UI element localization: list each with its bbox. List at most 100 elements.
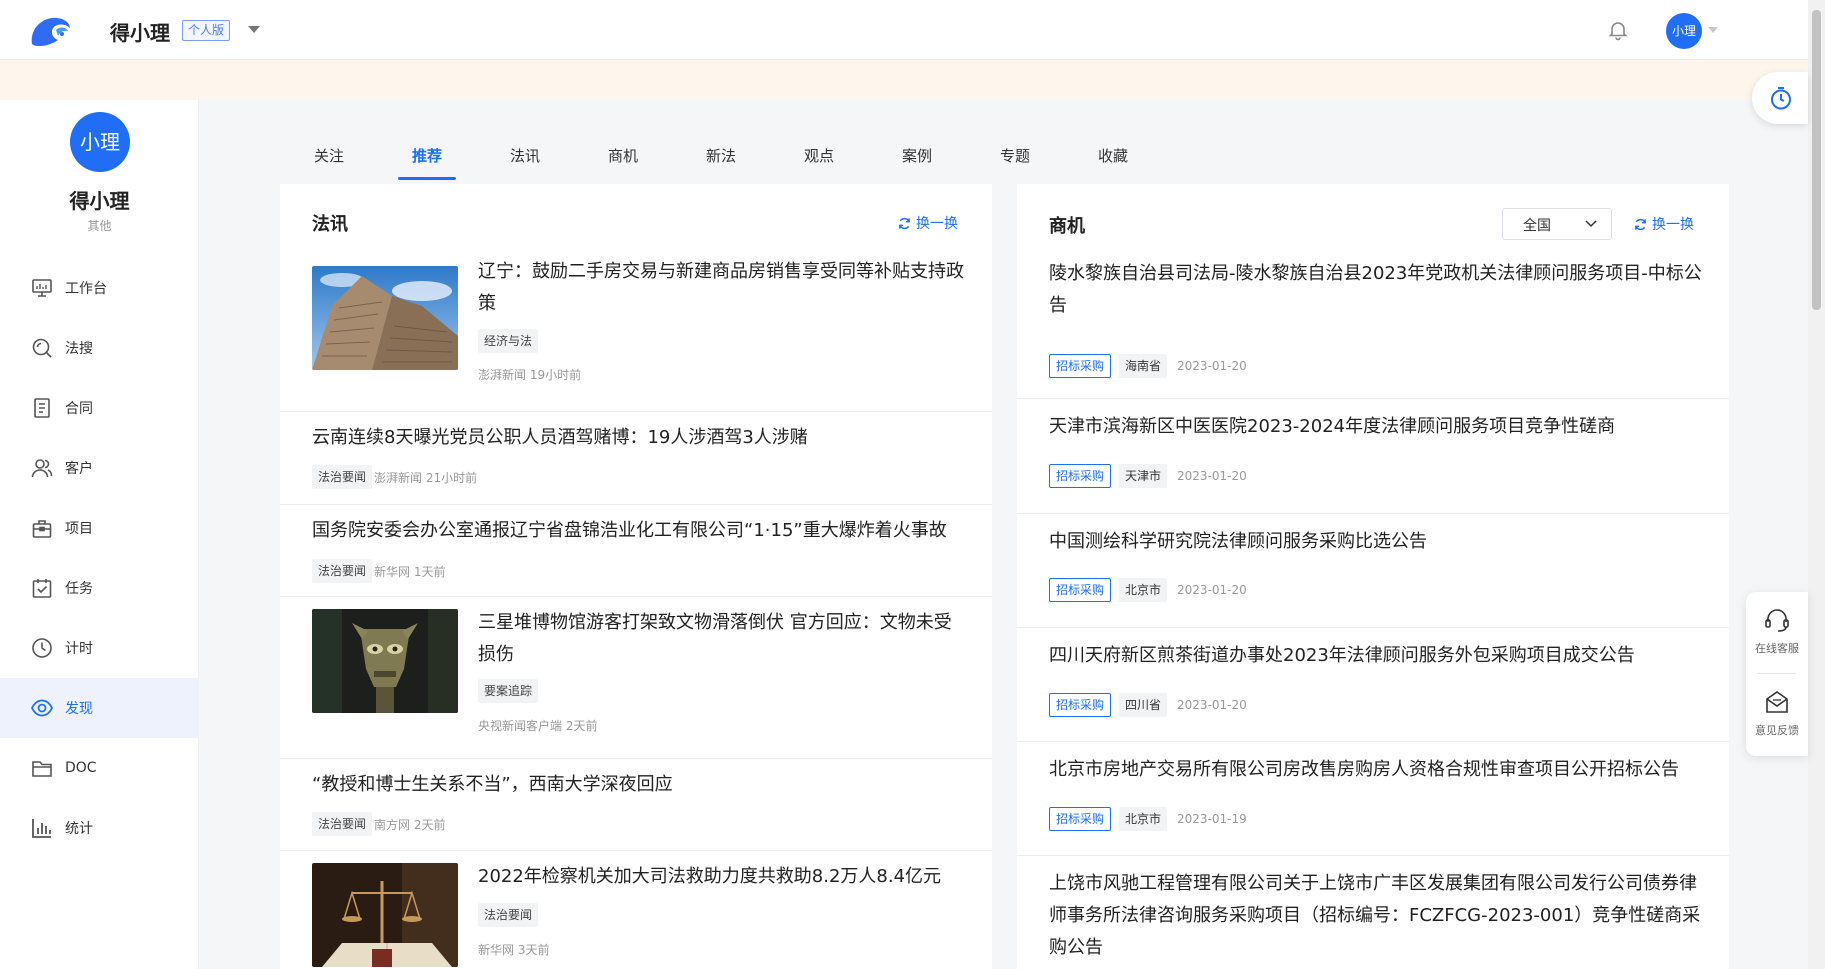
- sidebar-item-project[interactable]: 项目: [0, 498, 199, 558]
- region-select-value: 全国: [1523, 218, 1551, 234]
- business-type-tag[interactable]: 招标采购: [1049, 578, 1112, 602]
- sidebar-item-timing[interactable]: 计时: [0, 618, 199, 678]
- contract-icon: [34, 398, 50, 418]
- online-service-button[interactable]: 在线客服: [1746, 606, 1808, 656]
- business-title[interactable]: 上饶市风驰工程管理有限公司关于上饶市广丰区发展集团有限公司发行公司债券律 师事务…: [1049, 868, 1705, 964]
- news-title-line: 辽宁：鼓励二手房交易与新建商品房销售享受同等补贴支持政: [478, 261, 964, 282]
- calendar-check-icon: [32, 579, 52, 598]
- business-title[interactable]: 北京市房地产交易所有限公司房改售房购房人资格合规性审查项目公开招标公告: [1049, 754, 1705, 786]
- float-divider: [1758, 673, 1796, 674]
- sidebar: 小理 得小理 其他 工作台 法搜 合同 客户 项目 任务 计时 发现 DOC 统…: [0, 100, 199, 969]
- sidebar-item-clients[interactable]: 客户: [0, 438, 199, 498]
- business-title-line: 购公告: [1049, 937, 1103, 958]
- sidebar-item-tasks[interactable]: 任务: [0, 558, 199, 618]
- news-tag[interactable]: 法治要闻: [312, 465, 373, 489]
- business-region-tag[interactable]: 四川省: [1119, 693, 1168, 717]
- news-tag[interactable]: 法治要闻: [312, 559, 373, 583]
- region-select[interactable]: 全国: [1502, 208, 1612, 240]
- top-bar: 得小理 个人版 小理: [0, 0, 1808, 60]
- business-region-tag[interactable]: 北京市: [1119, 578, 1168, 602]
- sidebar-item-contract[interactable]: 合同: [0, 378, 199, 438]
- sidebar-user-name: 得小理: [69, 189, 130, 213]
- news-source: 澎湃新闻 19小时前: [478, 368, 582, 382]
- sidebar-avatar[interactable]: 小理: [70, 112, 130, 172]
- avatar-caret-icon[interactable]: [1708, 27, 1718, 33]
- scales-photo: [312, 863, 458, 967]
- business-region-tag[interactable]: 天津市: [1119, 464, 1168, 488]
- news-refresh-button[interactable]: 换一换: [898, 213, 958, 233]
- news-item[interactable]: 云南连续8天曝光党员公职人员酒驾赌博：19人涉酒驾3人涉赌 法治要闻 澎湃新闻 …: [280, 412, 992, 505]
- business-date: 2023-01-20: [1177, 698, 1247, 712]
- news-title-line: 策: [478, 293, 496, 314]
- news-thumbnail[interactable]: [312, 266, 458, 370]
- news-thumbnail[interactable]: [312, 863, 458, 967]
- news-item[interactable]: 2022年检察机关加大司法救助力度共救助8.2万人8.4亿元 法治要闻 新华网 …: [280, 851, 992, 969]
- business-item[interactable]: 中国测绘科学研究院法律顾问服务采购比选公告 招标采购 北京市 2023-01-2…: [1017, 514, 1729, 628]
- news-tag[interactable]: 要案追踪: [478, 679, 539, 703]
- users-icon: [31, 459, 53, 478]
- discover-tabs: 关注 推荐 法讯 商机 新法 观点 案例 专题 收藏: [280, 140, 1162, 180]
- business-title[interactable]: 陵水黎族自治县司法局-陵水黎族自治县2023年党政机关法律顾问服务项目-中标公 …: [1049, 258, 1705, 322]
- business-meta-row: 招标采购 天津市 2023-01-20: [1049, 464, 1247, 488]
- business-region-tag[interactable]: 海南省: [1119, 354, 1168, 378]
- tab-business[interactable]: 商机: [574, 140, 672, 180]
- sidebar-item-label: 计时: [65, 641, 93, 657]
- news-item[interactable]: 三星堆博物馆游客打架致文物滑落倒伏 官方回应：文物未受 损伤 要案追踪 央视新闻…: [280, 597, 992, 759]
- tab-recommend[interactable]: 推荐: [378, 140, 476, 180]
- chevron-down-icon[interactable]: [248, 26, 260, 33]
- news-tag[interactable]: 法治要闻: [312, 812, 373, 836]
- business-refresh-button[interactable]: 换一换: [1634, 214, 1694, 234]
- business-item[interactable]: 天津市滨海新区中医医院2023-2024年度法律顾问服务项目竞争性磋商 招标采购…: [1017, 399, 1729, 514]
- sidebar-item-discover[interactable]: 发现: [0, 678, 199, 738]
- sidebar-item-doc[interactable]: DOC: [0, 738, 199, 798]
- news-title[interactable]: “教授和博士生关系不当”，西南大学深夜回应: [312, 769, 972, 801]
- tab-opinions[interactable]: 观点: [770, 140, 868, 180]
- business-title[interactable]: 中国测绘科学研究院法律顾问服务采购比选公告: [1049, 526, 1705, 558]
- tab-favorites[interactable]: 收藏: [1064, 140, 1162, 180]
- timer-button[interactable]: [1752, 72, 1808, 124]
- news-title[interactable]: 辽宁：鼓励二手房交易与新建商品房销售享受同等补贴支持政 策: [478, 256, 968, 320]
- sidebar-item-label: 法搜: [65, 341, 93, 357]
- scrollbar-thumb[interactable]: [1812, 10, 1821, 310]
- business-type-tag[interactable]: 招标采购: [1049, 464, 1112, 488]
- clock-icon: [32, 638, 52, 658]
- business-type-tag[interactable]: 招标采购: [1049, 807, 1112, 831]
- news-thumbnail[interactable]: [312, 609, 458, 713]
- tab-legal-news[interactable]: 法讯: [476, 140, 574, 180]
- business-panel: 商机 全国 换一换 陵水黎族自治县司法局-陵水黎族自治县2023年党政机关法律顾…: [1017, 184, 1729, 969]
- news-item[interactable]: 国务院安委会办公室通报辽宁省盘锦浩业化工有限公司“1·15”重大爆炸着火事故 法…: [280, 505, 992, 597]
- news-title[interactable]: 云南连续8天曝光党员公职人员酒驾赌博：19人涉酒驾3人涉赌: [312, 422, 972, 454]
- news-tag[interactable]: 法治要闻: [478, 903, 539, 927]
- news-item[interactable]: 辽宁：鼓励二手房交易与新建商品房销售享受同等补贴支持政 策 经济与法 澎湃新闻 …: [280, 246, 992, 412]
- sidebar-item-stats[interactable]: 统计: [0, 798, 199, 858]
- tab-new-laws[interactable]: 新法: [672, 140, 770, 180]
- business-type-tag[interactable]: 招标采购: [1049, 693, 1112, 717]
- logo-icon[interactable]: [28, 14, 72, 46]
- business-title[interactable]: 四川天府新区煎茶街道办事处2023年法律顾问服务外包采购项目成交公告: [1049, 640, 1705, 672]
- user-avatar[interactable]: 小理: [1666, 13, 1702, 49]
- business-item[interactable]: 陵水黎族自治县司法局-陵水黎族自治县2023年党政机关法律顾问服务项目-中标公 …: [1017, 246, 1729, 399]
- tab-topics[interactable]: 专题: [966, 140, 1064, 180]
- business-item[interactable]: 上饶市风驰工程管理有限公司关于上饶市广丰区发展集团有限公司发行公司债券律 师事务…: [1017, 856, 1729, 969]
- news-item[interactable]: “教授和博士生关系不当”，西南大学深夜回应 法治要闻 南方网 2天前: [280, 759, 992, 851]
- news-title[interactable]: 国务院安委会办公室通报辽宁省盘锦浩业化工有限公司“1·15”重大爆炸着火事故: [312, 515, 972, 547]
- news-tags: 要案追踪: [478, 679, 539, 703]
- business-item[interactable]: 北京市房地产交易所有限公司房改售房购房人资格合规性审查项目公开招标公告 招标采购…: [1017, 742, 1729, 856]
- business-type-tag[interactable]: 招标采购: [1049, 354, 1112, 378]
- feedback-button[interactable]: 意见反馈: [1746, 688, 1808, 738]
- business-date: 2023-01-20: [1177, 469, 1247, 483]
- tab-cases[interactable]: 案例: [868, 140, 966, 180]
- business-region-tag[interactable]: 北京市: [1119, 807, 1168, 831]
- sidebar-item-workbench[interactable]: 工作台: [0, 258, 199, 318]
- bronze-mask-photo: [312, 609, 458, 713]
- news-title[interactable]: 三星堆博物馆游客打架致文物滑落倒伏 官方回应：文物未受 损伤: [478, 607, 968, 671]
- sidebar-item-search[interactable]: 法搜: [0, 318, 199, 378]
- tab-follow[interactable]: 关注: [280, 140, 378, 180]
- page-scrollbar[interactable]: [1808, 0, 1825, 969]
- business-title[interactable]: 天津市滨海新区中医医院2023-2024年度法律顾问服务项目竞争性磋商: [1049, 411, 1705, 443]
- bell-icon[interactable]: [1606, 18, 1630, 42]
- news-title[interactable]: 2022年检察机关加大司法救助力度共救助8.2万人8.4亿元: [478, 861, 968, 893]
- business-title-line: 师事务所法律咨询服务采购项目（招标编号：FCZFCG-2023-001）竞争性磋…: [1049, 905, 1701, 926]
- news-tag[interactable]: 经济与法: [478, 329, 539, 353]
- business-item[interactable]: 四川天府新区煎茶街道办事处2023年法律顾问服务外包采购项目成交公告 招标采购 …: [1017, 628, 1729, 742]
